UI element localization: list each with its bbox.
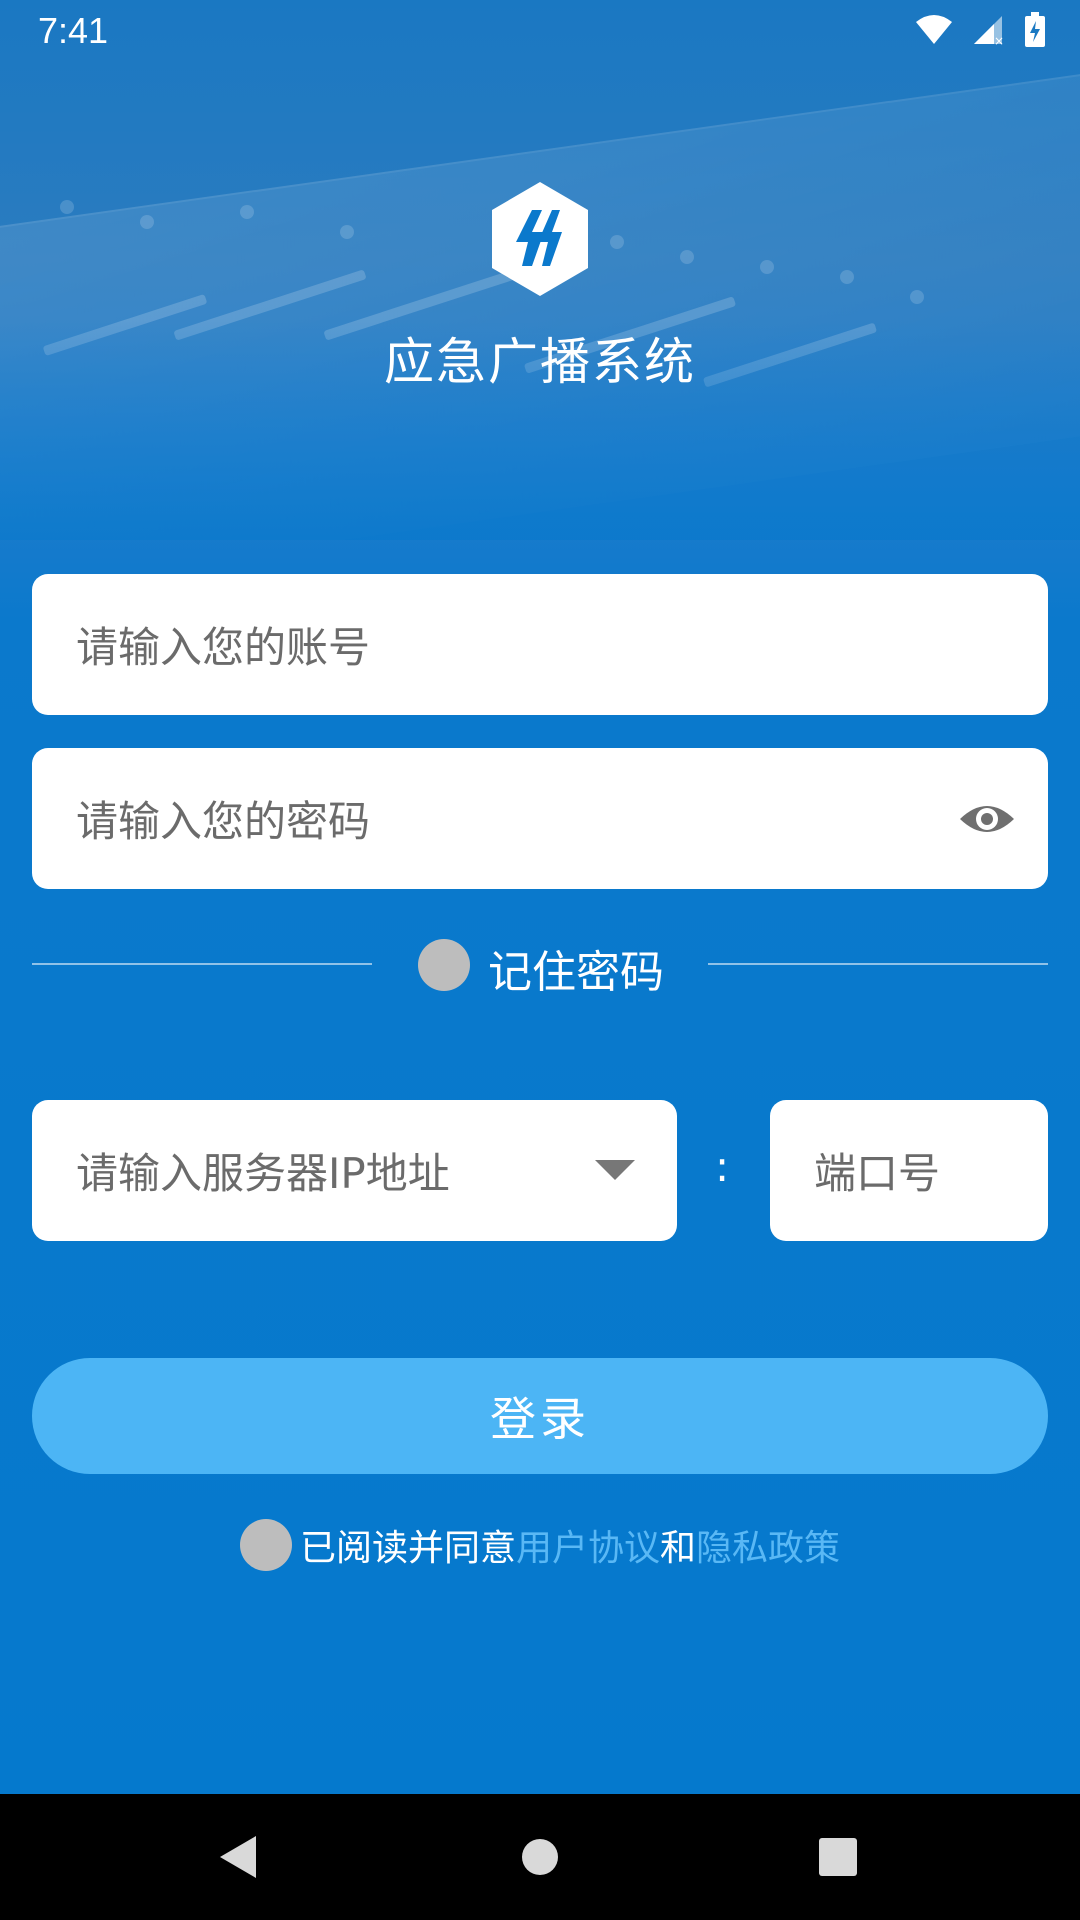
login-button[interactable]: 登录 [32,1358,1048,1474]
divider-left [32,963,372,965]
ip-port-separator: : [715,1142,730,1191]
remember-password-radio[interactable] [418,939,470,991]
agreement-row: 已阅读并同意 用户协议 和 隐私政策 [0,1515,1080,1575]
remember-password-row: 记住密码 [0,930,1080,1000]
status-time: 7:41 [38,10,109,51]
remember-password-label[interactable]: 记住密码 [488,936,664,1000]
divider-right [708,963,1048,965]
agreement-and: 和 [660,1528,697,1569]
password-placeholder: 请输入您的密码 [76,797,371,846]
app-title: 应急广播系统 [384,333,696,391]
agreement-radio[interactable] [239,1519,292,1571]
lightning-hexagon-icon [488,180,592,298]
password-input[interactable]: 请输入您的密码 [32,748,1048,889]
svg-text:×: × [994,34,1004,46]
account-input[interactable]: 请输入您的账号 [32,574,1048,715]
navigation-bar [0,1794,1080,1920]
server-ip-placeholder: 请输入服务器IP地址 [76,1149,450,1198]
signal-icon: × [972,14,1006,50]
eye-icon[interactable] [958,799,1016,839]
home-icon[interactable] [480,1794,600,1920]
status-bar: 7:41 × [0,0,1080,64]
back-icon[interactable] [178,1794,298,1920]
port-input[interactable]: 端口号 [770,1100,1048,1241]
recents-icon[interactable] [778,1794,898,1920]
server-ip-select[interactable]: 请输入服务器IP地址 [32,1100,677,1241]
agreement-prefix: 已阅读并同意 [299,1528,516,1569]
user-agreement-link[interactable]: 用户协议 [516,1519,660,1571]
port-placeholder: 端口号 [814,1149,941,1198]
wifi-icon [914,14,954,50]
caret-down-icon[interactable] [595,1160,635,1180]
privacy-policy-link[interactable]: 隐私政策 [696,1519,840,1571]
battery-charging-icon [1024,12,1046,52]
login-screen: 7:41 × 应急广播系统 请输入您的账号 请输入您的密码 记住密码 请输入服务… [0,0,1080,1794]
account-placeholder: 请输入您的账号 [76,623,371,672]
